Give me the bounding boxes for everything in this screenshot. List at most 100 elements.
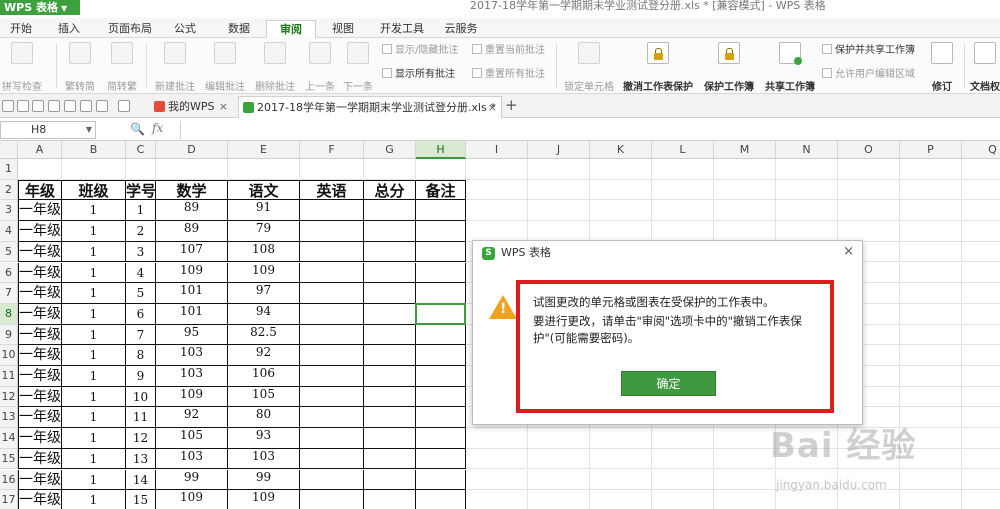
column-header-m[interactable]: M bbox=[714, 141, 776, 159]
cell-k4[interactable] bbox=[590, 221, 652, 242]
row-header[interactable]: 3 bbox=[0, 200, 18, 222]
cell-p10[interactable] bbox=[900, 345, 962, 366]
cell-i1[interactable] bbox=[466, 159, 528, 180]
cell-g17[interactable] bbox=[364, 490, 416, 509]
cell-f7[interactable] bbox=[300, 283, 364, 304]
row-header[interactable]: 16 bbox=[0, 469, 18, 491]
customize-toolbar-icon[interactable] bbox=[118, 100, 130, 112]
row-header[interactable]: 14 bbox=[0, 428, 18, 449]
cell-e7[interactable]: 97 bbox=[228, 283, 300, 304]
cell-i14[interactable] bbox=[466, 428, 528, 449]
cell-b1[interactable] bbox=[62, 159, 126, 180]
cell-p5[interactable] bbox=[900, 241, 962, 263]
cell-e8[interactable]: 94 bbox=[228, 303, 300, 325]
column-header-g[interactable]: G bbox=[364, 141, 416, 159]
cell-q4[interactable] bbox=[962, 221, 1000, 242]
ok-button[interactable]: 确定 bbox=[621, 371, 716, 396]
cell-d3[interactable]: 89 bbox=[156, 200, 228, 222]
row-header[interactable]: 1 bbox=[0, 159, 18, 180]
cell-h2[interactable]: 备注 bbox=[416, 179, 466, 201]
cell-a15[interactable]: 一年级 bbox=[18, 448, 62, 470]
row-header[interactable]: 13 bbox=[0, 407, 18, 429]
export-pdf-icon[interactable] bbox=[32, 100, 44, 112]
cell-p1[interactable] bbox=[900, 159, 962, 180]
cell-g10[interactable] bbox=[364, 345, 416, 366]
cell-f15[interactable] bbox=[300, 448, 364, 470]
cell-e6[interactable]: 109 bbox=[228, 262, 300, 284]
cell-h15[interactable] bbox=[416, 448, 466, 470]
cell-e9[interactable]: 82.5 bbox=[228, 324, 300, 346]
row-header[interactable]: 10 bbox=[0, 345, 18, 366]
cell-c4[interactable]: 2 bbox=[126, 221, 156, 242]
cell-e10[interactable]: 92 bbox=[228, 345, 300, 366]
cell-m16[interactable] bbox=[714, 469, 776, 491]
cell-c17[interactable]: 15 bbox=[126, 490, 156, 509]
cell-l15[interactable] bbox=[652, 448, 714, 470]
cell-a3[interactable]: 一年级 bbox=[18, 200, 62, 222]
lock-cell-button[interactable]: 锁定单元格 bbox=[562, 42, 616, 93]
column-header-i[interactable]: I bbox=[466, 141, 528, 159]
cell-b16[interactable]: 1 bbox=[62, 469, 126, 491]
cell-c2[interactable]: 学号 bbox=[126, 179, 156, 201]
print-icon[interactable] bbox=[48, 100, 60, 112]
column-header-h[interactable]: H bbox=[416, 141, 466, 159]
cell-b15[interactable]: 1 bbox=[62, 448, 126, 470]
cell-p2[interactable] bbox=[900, 179, 962, 201]
cell-p3[interactable] bbox=[900, 200, 962, 222]
cell-i4[interactable] bbox=[466, 221, 528, 242]
cell-d11[interactable]: 103 bbox=[156, 366, 228, 387]
row-header[interactable]: 7 bbox=[0, 283, 18, 304]
cell-h5[interactable] bbox=[416, 241, 466, 263]
cell-f10[interactable] bbox=[300, 345, 364, 366]
reset-current-comment-button[interactable]: 重置当前批注 bbox=[472, 44, 545, 58]
cell-a8[interactable]: 一年级 bbox=[18, 303, 62, 325]
cell-j1[interactable] bbox=[528, 159, 590, 180]
cell-d15[interactable]: 103 bbox=[156, 448, 228, 470]
cell-b12[interactable]: 1 bbox=[62, 386, 126, 408]
cell-b10[interactable]: 1 bbox=[62, 345, 126, 366]
cell-b3[interactable]: 1 bbox=[62, 200, 126, 222]
cell-f16[interactable] bbox=[300, 469, 364, 491]
cell-d9[interactable]: 95 bbox=[156, 324, 228, 346]
cell-e12[interactable]: 105 bbox=[228, 386, 300, 408]
cell-a12[interactable]: 一年级 bbox=[18, 386, 62, 408]
tab-view[interactable]: 视图 bbox=[326, 20, 360, 38]
column-header-j[interactable]: J bbox=[528, 141, 590, 159]
name-box[interactable]: H8 ▼ bbox=[0, 121, 96, 139]
cell-m3[interactable] bbox=[714, 200, 776, 222]
row-header[interactable]: 11 bbox=[0, 366, 18, 387]
document-rights-button[interactable]: 文档权 bbox=[970, 42, 1000, 93]
cell-e16[interactable]: 99 bbox=[228, 469, 300, 491]
cell-c14[interactable]: 12 bbox=[126, 428, 156, 449]
column-header-a[interactable]: A bbox=[18, 141, 62, 159]
cell-j2[interactable] bbox=[528, 179, 590, 201]
select-all-corner[interactable] bbox=[0, 141, 18, 159]
spellcheck-button[interactable]: 拼写检查 bbox=[2, 42, 42, 93]
cell-f2[interactable]: 英语 bbox=[300, 179, 364, 201]
delete-comment-button[interactable]: 删除批注 bbox=[252, 42, 298, 93]
cell-j15[interactable] bbox=[528, 448, 590, 470]
cell-l14[interactable] bbox=[652, 428, 714, 449]
cell-b13[interactable]: 1 bbox=[62, 407, 126, 429]
cell-g11[interactable] bbox=[364, 366, 416, 387]
cell-m1[interactable] bbox=[714, 159, 776, 180]
cell-a2[interactable]: 年级 bbox=[18, 179, 62, 201]
cell-p4[interactable] bbox=[900, 221, 962, 242]
cell-e13[interactable]: 80 bbox=[228, 407, 300, 429]
cell-o1[interactable] bbox=[838, 159, 900, 180]
cell-q8[interactable] bbox=[962, 304, 1000, 325]
row-header[interactable]: 15 bbox=[0, 448, 18, 470]
cell-g3[interactable] bbox=[364, 200, 416, 222]
tab-page-layout[interactable]: 页面布局 bbox=[102, 20, 158, 38]
cell-h12[interactable] bbox=[416, 386, 466, 408]
close-icon[interactable]: × bbox=[488, 97, 497, 118]
cell-j3[interactable] bbox=[528, 200, 590, 222]
cell-b4[interactable]: 1 bbox=[62, 221, 126, 242]
cell-i17[interactable] bbox=[466, 490, 528, 509]
cell-e14[interactable]: 93 bbox=[228, 428, 300, 449]
cell-a13[interactable]: 一年级 bbox=[18, 407, 62, 429]
cell-f8[interactable] bbox=[300, 303, 364, 325]
next-comment-button[interactable]: 下一条 bbox=[340, 42, 376, 93]
cell-j16[interactable] bbox=[528, 469, 590, 491]
cell-b17[interactable]: 1 bbox=[62, 490, 126, 509]
